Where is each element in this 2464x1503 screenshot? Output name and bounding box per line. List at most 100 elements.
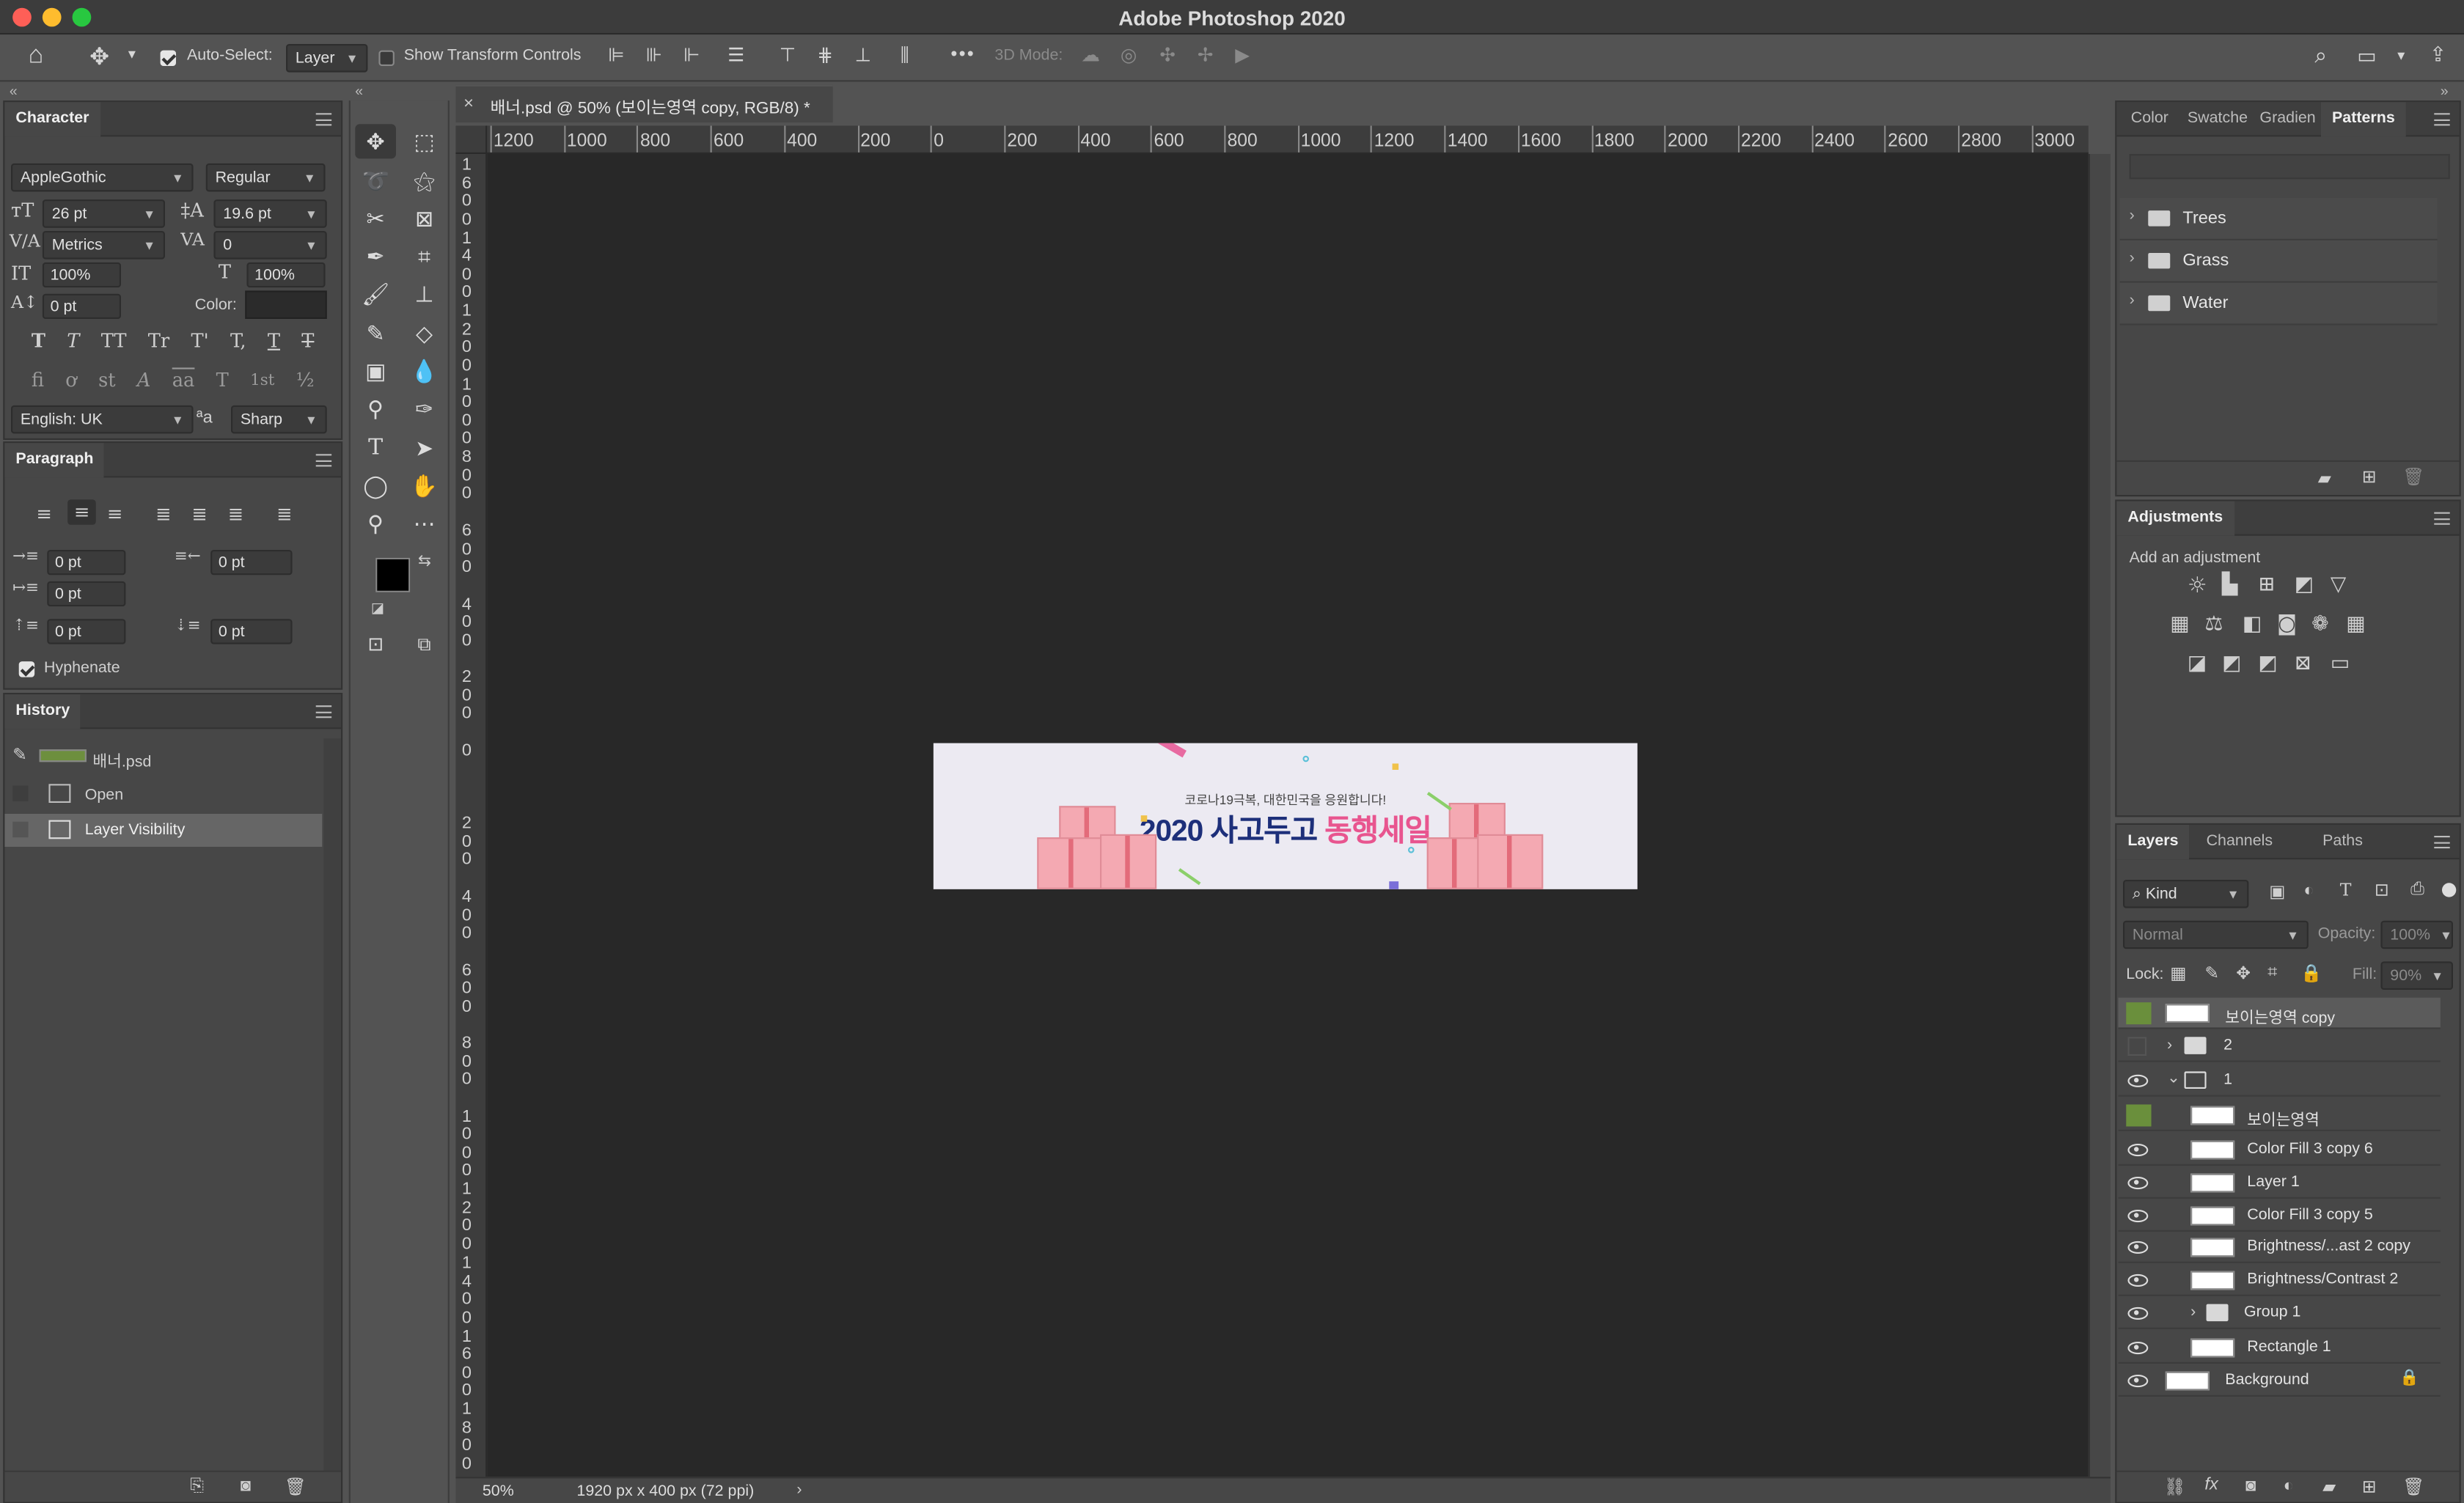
filter-smart-object-icon[interactable]: ⎙ — [2410, 880, 2424, 900]
align-center-icon[interactable]: ⊪ — [646, 44, 662, 66]
font-style-dropdown[interactable]: Regular ▼ — [205, 163, 326, 192]
lock-position-icon[interactable]: ✥ — [2236, 963, 2251, 984]
indent-left-field[interactable]: 0 pt — [47, 550, 126, 576]
layer-row[interactable]: Color Fill 3 copy 5 — [2118, 1200, 2441, 1232]
faux-italic-button[interactable]: T — [67, 330, 79, 352]
type-tool-icon[interactable]: T — [355, 430, 396, 465]
3d-pan-icon[interactable]: ✣ — [1159, 44, 1176, 66]
collapse-left-icon[interactable]: « — [10, 84, 18, 99]
horizontal-scale-field[interactable]: 100% — [246, 262, 326, 288]
eraser-tool-icon[interactable]: ◇ — [404, 316, 445, 350]
3d-orbit-icon[interactable]: ☁ — [1081, 44, 1100, 66]
tracking-dropdown[interactable]: 0 ▼ — [213, 231, 327, 260]
filter-type-icon[interactable]: T — [2340, 880, 2352, 900]
lock-all-icon[interactable]: 🔒 — [2300, 963, 2322, 984]
layer-row[interactable]: ⌄ 1 — [2118, 1065, 2441, 1097]
pattern-group-row[interactable]: › Grass — [2119, 240, 2438, 283]
tab-patterns[interactable]: Patterns — [2321, 102, 2406, 137]
history-item-selected[interactable]: Layer Visibility — [4, 814, 323, 847]
stamp-tool-icon[interactable]: ⊥ — [404, 276, 445, 311]
vibrance-adjustment-icon[interactable]: ▽ — [2331, 573, 2346, 597]
tab-gradients[interactable]: Gradien — [2248, 102, 2326, 136]
all-caps-button[interactable]: TT — [101, 330, 127, 352]
trash-icon[interactable]: 🗑 — [285, 1477, 307, 1497]
new-group-icon[interactable]: ▰ — [2322, 1477, 2336, 1497]
share-icon[interactable]: ⇪ — [2430, 43, 2446, 67]
more-tools-icon[interactable]: ⋯ — [404, 506, 445, 540]
panel-menu-icon[interactable] — [2434, 113, 2450, 126]
blur-tool-icon[interactable]: 💧 — [404, 353, 445, 388]
default-colors-icon[interactable]: ◪ — [371, 600, 384, 618]
hand-tool-icon[interactable]: ✋ — [404, 468, 445, 503]
lock-transparent-icon[interactable]: ▦ — [2170, 963, 2186, 984]
stylistic-alternates-button[interactable]: aa — [172, 370, 195, 392]
new-document-from-state-icon[interactable]: ⎘ — [190, 1477, 204, 1497]
chevron-down-icon[interactable]: ▼ — [125, 47, 138, 61]
new-group-folder-icon[interactable]: ▰ — [2318, 468, 2331, 489]
discretionary-ligatures-button[interactable]: st — [98, 370, 116, 392]
chevron-right-icon[interactable]: › — [2167, 1037, 2172, 1054]
superscript-button[interactable]: T' — [191, 330, 208, 352]
align-top-icon[interactable]: ⊤ — [780, 44, 796, 66]
subscript-button[interactable]: T, — [230, 330, 246, 352]
curves-adjustment-icon[interactable]: ⊞ — [2258, 573, 2275, 597]
auto-select-dropdown[interactable]: Layer ▼ — [286, 44, 368, 73]
close-tab-icon[interactable]: × — [463, 95, 474, 114]
chevron-right-icon[interactable]: › — [2130, 250, 2135, 268]
tab-character[interactable]: Character — [4, 102, 100, 137]
foreground-color-swatch[interactable] — [375, 557, 411, 592]
antialias-dropdown[interactable]: Sharp ▼ — [231, 405, 327, 434]
photo-filter-icon[interactable]: ◙ — [2277, 613, 2297, 636]
kerning-dropdown[interactable]: Metrics ▼ — [42, 231, 165, 260]
baseline-shift-field[interactable]: 0 pt — [42, 293, 121, 319]
levels-adjustment-icon[interactable]: ▙ — [2222, 573, 2237, 597]
path-selection-icon[interactable]: ➤ — [404, 430, 445, 465]
align-bottom-icon[interactable]: ⊥ — [855, 44, 871, 66]
collapse-right-icon[interactable]: » — [2441, 84, 2449, 99]
opacity-field[interactable]: 100% ▼ — [2380, 920, 2453, 949]
color-balance-icon[interactable]: ⚖ — [2204, 613, 2223, 636]
brightness-adjustment-icon[interactable]: ☼ — [2188, 573, 2207, 598]
3d-slide-icon[interactable]: ✢ — [1198, 44, 1214, 66]
trash-icon[interactable]: 🗑 — [2402, 466, 2424, 488]
underline-button[interactable]: T — [268, 330, 280, 352]
quick-mask-icon[interactable]: ⊡ — [355, 627, 396, 661]
filter-shape-icon[interactable]: ⊡ — [2375, 880, 2389, 900]
history-scrollbar[interactable] — [323, 738, 341, 1471]
dodge-tool-icon[interactable]: ⚲ — [355, 392, 396, 426]
fx-icon[interactable]: fx — [2204, 1475, 2218, 1494]
show-transform-checkbox[interactable] — [378, 48, 395, 70]
lasso-tool-icon[interactable]: ➰ — [355, 163, 396, 198]
small-caps-button[interactable]: Tr — [148, 330, 169, 352]
justify-right-icon[interactable]: ≣ — [228, 503, 244, 525]
canvas-scrollbar[interactable] — [2088, 154, 2111, 1477]
history-snapshot[interactable]: ✎ 배너.psd — [4, 738, 322, 773]
frame-tool-icon[interactable]: ⊠ — [404, 201, 445, 235]
auto-select-checkbox[interactable] — [160, 48, 176, 70]
align-right-icon[interactable]: ⊩ — [683, 44, 700, 66]
link-layers-icon[interactable]: ⛓ — [2164, 1477, 2186, 1497]
filter-pixel-icon[interactable]: ▣ — [2269, 881, 2285, 902]
language-dropdown[interactable]: English: UK ▼ — [11, 405, 194, 434]
font-family-dropdown[interactable]: AppleGothic ▼ — [11, 163, 194, 192]
ellipse-tool-icon[interactable]: ◯ — [355, 468, 396, 503]
indent-right-field[interactable]: 0 pt — [210, 550, 293, 576]
tab-swatches[interactable]: Swatche — [2177, 102, 2259, 136]
zoom-tool-icon[interactable]: ⚲ — [355, 506, 396, 540]
align-middle-icon[interactable]: ⋕ — [817, 44, 833, 66]
gradient-map-icon[interactable]: ▭ — [2331, 652, 2350, 675]
3d-video-icon[interactable]: ▶ — [1235, 44, 1250, 66]
posterize-icon[interactable]: ◩ — [2222, 652, 2241, 675]
chevron-right-icon[interactable]: › — [2190, 1304, 2196, 1322]
text-color-swatch[interactable] — [245, 290, 327, 319]
crop-tool-icon[interactable]: ⌗ — [404, 239, 445, 273]
layer-row[interactable]: Background 🔒 — [2118, 1365, 2441, 1397]
camera-icon[interactable]: ◙ — [241, 1477, 251, 1496]
eye-icon[interactable] — [2127, 1073, 2149, 1087]
lock-artboard-icon[interactable]: ⌗ — [2267, 963, 2277, 984]
chevron-right-icon[interactable]: › — [2130, 293, 2135, 310]
justify-all-icon[interactable]: ≣ — [276, 503, 293, 525]
zoom-level[interactable]: 50% — [483, 1483, 514, 1501]
distribute-vertical-icon[interactable]: ☰ — [727, 44, 744, 66]
invert-icon[interactable]: ◪ — [2188, 652, 2207, 675]
